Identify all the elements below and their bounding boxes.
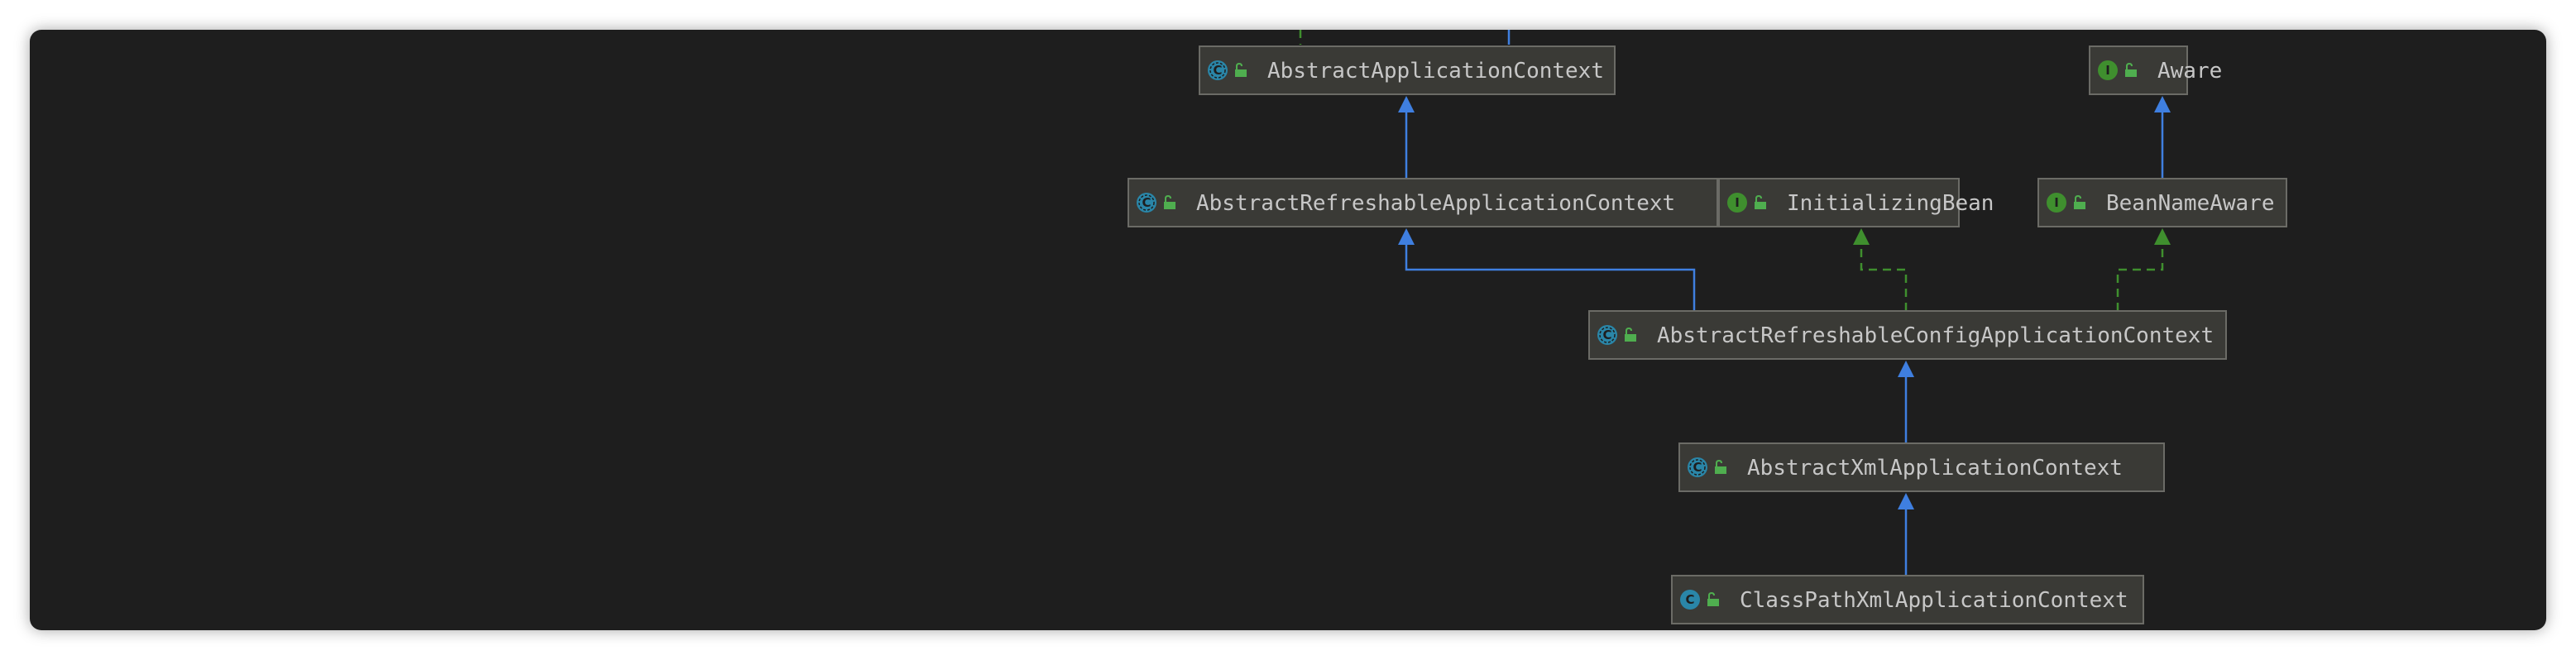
class-hierarchy-diagram[interactable]: C AbstractApplicationContext I Aware C Abstra… bbox=[30, 30, 2546, 630]
node-label: Aware bbox=[2157, 59, 2222, 84]
edge-line bbox=[2116, 243, 2164, 311]
node-arcac[interactable]: C AbstractRefreshableConfigApplicationCon… bbox=[1588, 310, 2227, 360]
badge-letter: C bbox=[1213, 63, 1222, 78]
nodes-layer: C AbstractApplicationContext I Aware C Abstra… bbox=[1128, 45, 2287, 624]
diagram-frame: C AbstractApplicationContext I Aware C Abstra… bbox=[30, 30, 2546, 630]
edge-cpxac-to-axac[interactable] bbox=[1898, 493, 1914, 576]
edge-arcac-to-ib[interactable] bbox=[1853, 228, 1908, 311]
class-icon: C bbox=[1680, 590, 1700, 610]
node-cpxac[interactable]: C ClassPathXmlApplicationContext bbox=[1671, 575, 2144, 624]
abstract-class-icon: C bbox=[1208, 60, 1228, 80]
edge-arrowhead bbox=[1398, 228, 1415, 245]
badge-letter: I bbox=[2054, 195, 2059, 210]
edge-bna-to-aware[interactable] bbox=[2154, 96, 2171, 179]
abstract-class-icon: C bbox=[1597, 325, 1617, 345]
node-label: InitializingBean bbox=[1787, 191, 1994, 216]
edge-arrowhead bbox=[1898, 493, 1914, 509]
edge-arcac-to-bna[interactable] bbox=[2116, 228, 2171, 311]
badge-letter: C bbox=[1142, 195, 1151, 210]
node-aac[interactable]: C AbstractApplicationContext bbox=[1199, 45, 1616, 95]
edge-arrowhead bbox=[2154, 96, 2171, 112]
node-ib[interactable]: I InitializingBean bbox=[1718, 178, 1994, 227]
edge-line bbox=[1405, 243, 1696, 311]
edge-line bbox=[1860, 243, 1908, 311]
badge-letter: C bbox=[1693, 460, 1702, 475]
node-arac[interactable]: C AbstractRefreshableApplicationContext bbox=[1128, 178, 1718, 227]
badge-letter: C bbox=[1685, 592, 1694, 607]
edges-layer bbox=[1299, 30, 2171, 576]
badge-letter: C bbox=[1602, 328, 1611, 342]
node-label: ClassPathXmlApplicationContext bbox=[1740, 588, 2128, 613]
node-axac[interactable]: C AbstractXmlApplicationContext bbox=[1678, 442, 2165, 492]
abstract-class-icon: C bbox=[1137, 193, 1156, 213]
edge-arac-to-aac[interactable] bbox=[1398, 96, 1415, 179]
edge-arrowhead bbox=[1853, 228, 1870, 245]
node-label: AbstractApplicationContext bbox=[1267, 59, 1604, 84]
badge-letter: I bbox=[1735, 195, 1740, 210]
node-label: BeanNameAware bbox=[2106, 191, 2275, 216]
interface-icon: I bbox=[2098, 60, 2118, 80]
edge-arrowhead bbox=[1398, 96, 1415, 112]
node-label: AbstractXmlApplicationContext bbox=[1747, 456, 2123, 481]
edge-arrowhead bbox=[2154, 228, 2171, 245]
node-label: AbstractRefreshableConfigApplicationCont… bbox=[1657, 323, 2214, 348]
interface-icon: I bbox=[2047, 193, 2066, 213]
node-label: AbstractRefreshableApplicationContext bbox=[1196, 191, 1675, 216]
edge-arcac-to-arac[interactable] bbox=[1398, 228, 1696, 311]
badge-letter: I bbox=[2105, 63, 2110, 78]
edge-arrowhead bbox=[1898, 361, 1914, 377]
node-aware[interactable]: I Aware bbox=[2089, 45, 2222, 95]
abstract-class-icon: C bbox=[1688, 457, 1707, 477]
node-bna[interactable]: I BeanNameAware bbox=[2037, 178, 2287, 227]
interface-icon: I bbox=[1727, 193, 1747, 213]
edge-axac-to-arcac[interactable] bbox=[1898, 361, 1914, 443]
